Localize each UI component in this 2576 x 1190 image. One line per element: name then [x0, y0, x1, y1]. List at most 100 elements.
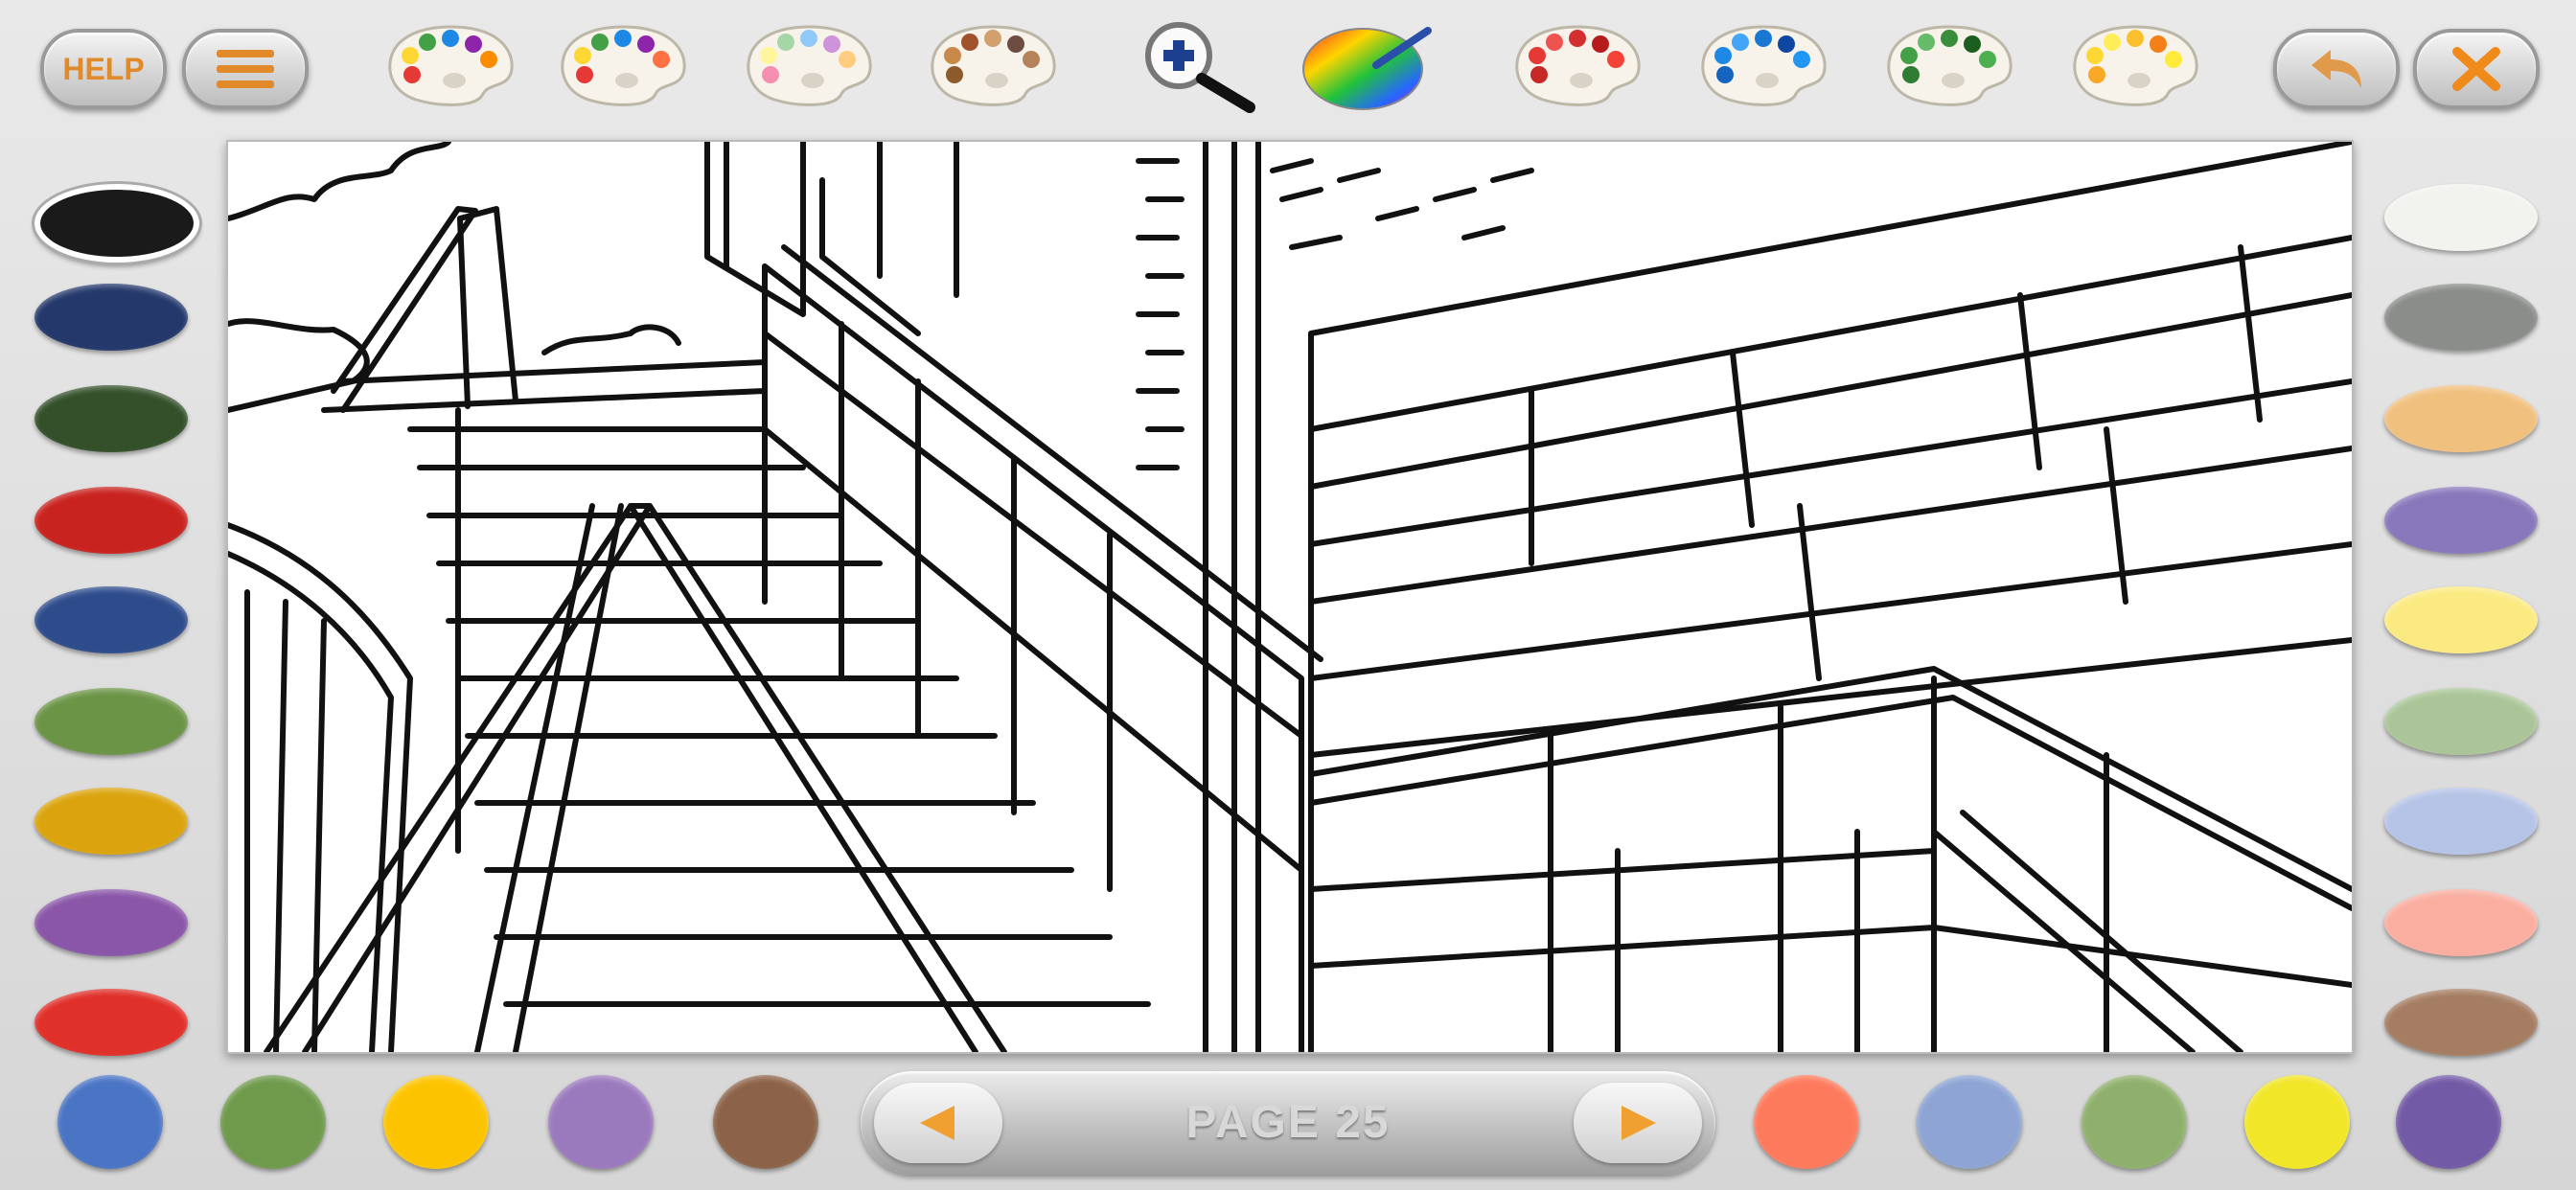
palette-icon: [1887, 25, 2012, 106]
palette-dot: [1979, 51, 1996, 68]
line-art-staircase: [228, 142, 2352, 1052]
left-color-swatch[interactable]: [34, 889, 188, 956]
palette-dot: [1007, 35, 1024, 53]
palette-dot: [800, 30, 817, 47]
palette-dot: [1716, 66, 1734, 83]
palette-dot: [1793, 51, 1810, 68]
palette-pastel[interactable]: [742, 21, 876, 114]
right-color-swatch[interactable]: [2384, 184, 2538, 251]
right-color-swatch[interactable]: [2384, 284, 2538, 351]
palette-dot: [1900, 47, 1918, 64]
left-color-swatch[interactable]: [34, 487, 188, 554]
left-color-swatch[interactable]: [34, 184, 199, 263]
palette-dot: [1529, 47, 1546, 64]
next-page-button[interactable]: [1574, 1083, 1702, 1163]
palette-dot: [480, 51, 497, 68]
palette-dot: [576, 66, 593, 83]
palette-icon: [747, 25, 872, 106]
undo-button[interactable]: [2273, 29, 2400, 109]
palette-dot: [1964, 35, 1981, 53]
right-color-swatch[interactable]: [2384, 487, 2538, 554]
palette-icon: [561, 25, 686, 106]
bottom-right-color-swatch[interactable]: [2244, 1075, 2350, 1169]
menu-icon: [217, 50, 274, 88]
palette-dot: [1755, 30, 1772, 47]
palette-icon: [1701, 25, 1827, 106]
palette-icon: [388, 25, 514, 106]
bottom-right-color-swatch[interactable]: [2082, 1075, 2187, 1169]
right-color-swatch[interactable]: [2384, 889, 2538, 956]
left-color-swatch[interactable]: [34, 788, 188, 855]
right-color-swatch[interactable]: [2384, 989, 2538, 1056]
bottom-left-color-swatch[interactable]: [220, 1075, 326, 1169]
palette-reds[interactable]: [1510, 21, 1644, 114]
palette-bright[interactable]: [556, 21, 690, 114]
palette-dot: [2150, 35, 2167, 53]
palette-dot: [1530, 66, 1548, 83]
palette-dot: [777, 34, 794, 51]
color-wheel-icon: [1302, 27, 1432, 110]
help-button[interactable]: HELP: [40, 29, 167, 109]
right-color-swatch[interactable]: [2384, 688, 2538, 755]
palette-yellows[interactable]: [2068, 21, 2202, 114]
zoom-button[interactable]: [1123, 17, 1267, 113]
palette-dot: [653, 51, 670, 68]
bottom-left-color-swatch[interactable]: [58, 1075, 163, 1169]
menu-button[interactable]: [182, 29, 309, 109]
palette-dot: [1714, 47, 1732, 64]
palette-dot: [1607, 51, 1624, 68]
color-wheel-button[interactable]: [1300, 21, 1434, 113]
palette-blues[interactable]: [1696, 21, 1830, 114]
palette-dot: [1732, 34, 1749, 51]
left-color-swatch[interactable]: [34, 989, 188, 1056]
palette-dot: [2088, 66, 2105, 83]
bottom-left-color-swatch[interactable]: [383, 1075, 489, 1169]
palette-classic[interactable]: [383, 21, 518, 114]
palette-dot: [946, 66, 963, 83]
zoom-in-icon: [1145, 22, 1255, 113]
bottom-right-color-swatch[interactable]: [1917, 1075, 2022, 1169]
close-icon: [2452, 47, 2500, 91]
next-page-icon: [1622, 1106, 1656, 1140]
right-color-swatch[interactable]: [2384, 788, 2538, 855]
palette-dot: [2165, 51, 2182, 68]
palette-dot: [1902, 66, 1920, 83]
left-color-swatch[interactable]: [34, 385, 188, 452]
palette-dot: [1941, 30, 1958, 47]
palette-dot: [2086, 47, 2104, 64]
help-label: HELP: [62, 51, 145, 86]
bottom-right-color-swatch[interactable]: [2396, 1075, 2501, 1169]
palette-dot: [2127, 30, 2144, 47]
left-color-swatch[interactable]: [34, 688, 188, 755]
palette-dot: [1592, 35, 1609, 53]
palette-dot: [419, 34, 436, 51]
palette-icon: [931, 25, 1056, 106]
close-button[interactable]: [2413, 29, 2540, 109]
bottom-left-color-swatch[interactable]: [713, 1075, 818, 1169]
left-color-swatch[interactable]: [34, 284, 188, 351]
palette-earth[interactable]: [926, 21, 1060, 114]
right-color-swatch[interactable]: [2384, 385, 2538, 452]
palette-dot: [1023, 51, 1040, 68]
palette-dot: [442, 30, 459, 47]
left-color-swatch[interactable]: [34, 586, 188, 653]
palette-icon: [1515, 25, 1641, 106]
page-navigator: PAGE 25: [861, 1071, 1715, 1175]
bottom-right-color-swatch[interactable]: [1754, 1075, 1859, 1169]
palette-dot: [944, 47, 961, 64]
palette-dot: [762, 66, 779, 83]
palette-dot: [591, 34, 609, 51]
palette-dot: [760, 47, 777, 64]
bottom-left-color-swatch[interactable]: [548, 1075, 654, 1169]
palette-dot: [465, 35, 482, 53]
palette-dot: [402, 47, 419, 64]
undo-icon: [2312, 50, 2361, 88]
right-color-swatch[interactable]: [2384, 586, 2538, 653]
palette-greens[interactable]: [1882, 21, 2016, 114]
palette-dot: [2104, 34, 2121, 51]
palette-dot: [1918, 34, 1935, 51]
palette-dot: [961, 34, 978, 51]
palette-dot: [574, 47, 591, 64]
coloring-canvas[interactable]: [226, 140, 2354, 1054]
top-toolbar: HELP: [0, 0, 2576, 134]
